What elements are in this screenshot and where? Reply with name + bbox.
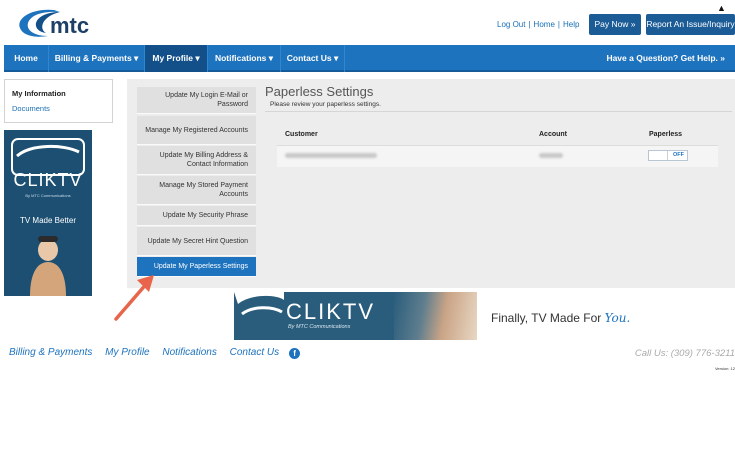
banner-logo-area (234, 292, 284, 340)
account-number-redacted (539, 153, 563, 158)
page-subtitle: Please review your paperless settings. (270, 101, 381, 108)
cliktv-tagline: TV Made Better (19, 216, 77, 225)
toggle-knob (649, 151, 668, 160)
mtc-logo[interactable]: mtc (14, 6, 114, 40)
top-links: Log Out | Home | Help (497, 20, 580, 29)
column-paperless: Paperless (649, 131, 683, 138)
banner-sub: By MTC Communications (288, 324, 351, 330)
call-us-text: Call Us: (309) 776-3211 (634, 348, 735, 359)
home-link[interactable]: Home (534, 20, 555, 29)
cliktv-brand: CLIKTV (13, 170, 83, 190)
help-link[interactable]: Help (563, 20, 579, 29)
toggle-off-label: OFF (673, 152, 684, 158)
menu-billing-address[interactable]: Update My Billing Address & Contact Info… (137, 146, 256, 175)
customer-name-redacted (285, 153, 377, 158)
banner-tagline: Finally, TV Made For You. (491, 311, 630, 325)
banner-person-image (394, 292, 477, 340)
report-issue-button[interactable]: Report An Issue/Inquiry (646, 14, 735, 35)
paperless-toggle[interactable]: OFF (648, 150, 688, 161)
pay-now-button[interactable]: Pay Now » (589, 14, 641, 35)
tagline-you: You. (604, 311, 631, 325)
logout-link[interactable]: Log Out (497, 20, 525, 29)
footer-billing-link[interactable]: Billing & Payments (9, 347, 92, 358)
page-title: Paperless Settings (265, 84, 374, 99)
header: mtc Log Out | Home | Help Pay Now » Report A… (0, 0, 735, 44)
pointer-arrow-icon (114, 275, 154, 321)
documents-link[interactable]: Documents (12, 104, 50, 113)
mouse-cursor-icon: ▲ (717, 3, 726, 13)
version-text: Version: 12 (714, 366, 735, 371)
menu-update-login[interactable]: Update My Login E-Mail or Password (137, 87, 256, 114)
nav-my-profile[interactable]: My Profile ▾ (145, 45, 208, 72)
banner-tv-icon (234, 292, 284, 340)
column-account: Account (539, 131, 567, 138)
nav-home[interactable]: Home (4, 45, 49, 72)
nav-billing-payments[interactable]: Billing & Payments ▾ (49, 45, 145, 72)
footer-links: Billing & Payments My Profile Notificati… (9, 347, 301, 359)
svg-text:mtc: mtc (50, 13, 89, 38)
facebook-icon[interactable]: f (289, 348, 301, 359)
footer-profile-link[interactable]: My Profile (105, 347, 149, 358)
column-customer: Customer (285, 131, 318, 138)
person-image (30, 236, 66, 296)
footer-contact-link[interactable]: Contact Us (230, 347, 279, 358)
cliktv-banner[interactable]: CLIKTV By MTC Communications (234, 292, 477, 340)
menu-registered-accounts[interactable]: Manage My Registered Accounts (137, 116, 256, 145)
banner-brand: CLIKTV (286, 299, 376, 324)
my-information-title: My Information (12, 89, 66, 98)
menu-stored-payment[interactable]: Manage My Stored Payment Accounts (137, 176, 256, 205)
tagline-text: Finally, TV Made For (491, 311, 602, 325)
menu-security-phrase[interactable]: Update My Security Phrase (137, 206, 256, 226)
get-help-link[interactable]: Have a Question? Get Help. » (606, 45, 725, 72)
nav-contact-us[interactable]: Contact Us ▾ (281, 45, 345, 72)
cliktv-side-ad[interactable]: CLIKTV By MTC Communications TV Made Bet… (4, 130, 92, 296)
footer-notifications-link[interactable]: Notifications (162, 347, 216, 358)
my-information-box: My Information Documents (4, 79, 113, 123)
divider (265, 111, 732, 112)
menu-secret-hint[interactable]: Update My Secret Hint Question (137, 227, 256, 256)
cliktv-sub: By MTC Communications (25, 193, 71, 198)
nav-notifications[interactable]: Notifications ▾ (208, 45, 281, 72)
main-nav: Home Billing & Payments ▾ My Profile ▾ N… (4, 45, 735, 72)
